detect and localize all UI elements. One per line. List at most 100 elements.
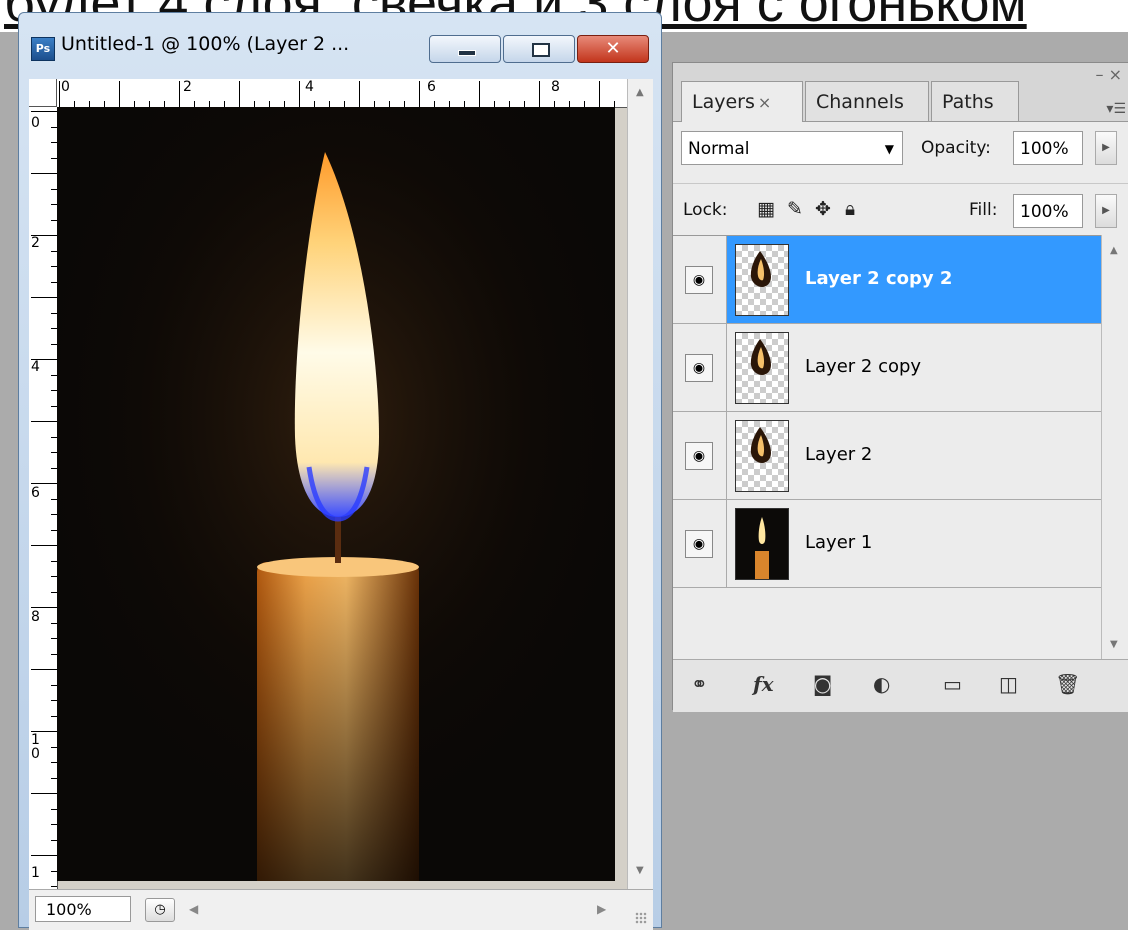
horizontal-ruler[interactable]: 0 2 4 6 8 bbox=[57, 79, 627, 108]
scroll-down-icon[interactable]: ▼ bbox=[636, 865, 644, 876]
visibility-cell[interactable]: ◉ bbox=[673, 324, 727, 411]
fill-label: Fill: bbox=[969, 200, 998, 220]
panel-tab-bar: Layers × Channels Paths – × ▾☰ bbox=[673, 63, 1128, 122]
layers-list: ◉ Layer 2 copy 2 ◉ Layer 2 copy ◉ Layer … bbox=[673, 235, 1101, 660]
ruler-tick bbox=[31, 421, 57, 422]
layer-thumbnail bbox=[735, 244, 789, 316]
layer-name-cell[interactable]: Layer 1 bbox=[727, 500, 1101, 587]
layer-name: Layer 1 bbox=[805, 532, 873, 553]
ruler-tick bbox=[31, 669, 57, 670]
ruler-label: 2 bbox=[183, 79, 192, 95]
ruler-label: 4 bbox=[305, 79, 314, 95]
ruler-tick bbox=[31, 297, 57, 298]
mask-icon[interactable]: ◙ bbox=[813, 672, 832, 696]
link-icon[interactable]: ⚭ bbox=[691, 672, 708, 696]
lock-all-icon[interactable]: 🔒︎ bbox=[845, 198, 855, 220]
ruler-tick bbox=[359, 81, 360, 107]
tab-label: Paths bbox=[942, 91, 994, 113]
minimize-icon bbox=[458, 50, 476, 56]
blend-mode-select[interactable]: Normal ▼ bbox=[681, 131, 903, 165]
ruler-label: 6 bbox=[427, 79, 436, 95]
layer-row[interactable]: ◉ Layer 2 copy bbox=[673, 324, 1101, 412]
ruler-label: 8 bbox=[551, 79, 560, 95]
layers-scrollbar[interactable]: ▲ ▼ bbox=[1101, 235, 1128, 659]
clock-icon: ◷ bbox=[154, 902, 166, 917]
panel-window-controls[interactable]: – × bbox=[1096, 65, 1123, 84]
ruler-tick bbox=[59, 81, 60, 107]
ruler-label: 1 0 bbox=[31, 732, 40, 762]
layer-thumbnail bbox=[735, 420, 789, 492]
tab-label: Channels bbox=[816, 91, 904, 113]
ruler-label: 1 bbox=[31, 865, 40, 881]
ruler-label: 4 bbox=[31, 359, 40, 375]
tab-layers[interactable]: Layers × bbox=[681, 81, 803, 122]
ruler-tick bbox=[479, 81, 480, 107]
status-bar: 100% ◷ ◀ ▶ bbox=[29, 889, 653, 930]
layer-name-cell[interactable]: Layer 2 copy bbox=[727, 324, 1101, 411]
scroll-up-icon[interactable]: ▲ bbox=[636, 87, 644, 98]
status-info-button[interactable]: ◷ bbox=[145, 898, 175, 922]
tab-paths[interactable]: Paths bbox=[931, 81, 1019, 121]
layer-name: Layer 2 copy 2 bbox=[805, 268, 953, 289]
ruler-tick bbox=[239, 81, 240, 107]
eye-icon[interactable]: ◉ bbox=[685, 442, 713, 470]
eye-icon[interactable]: ◉ bbox=[685, 354, 713, 382]
lock-position-icon[interactable]: ✥ bbox=[815, 198, 831, 220]
ruler-tick bbox=[119, 81, 120, 107]
layer-name: Layer 2 copy bbox=[805, 356, 922, 377]
close-button[interactable]: ✕ bbox=[577, 35, 649, 63]
ruler-tick bbox=[31, 173, 57, 174]
fill-field[interactable]: 100% bbox=[1013, 194, 1083, 228]
ruler-tick bbox=[31, 731, 57, 732]
layer-row[interactable]: ◉ Layer 2 bbox=[673, 412, 1101, 500]
ruler-tick bbox=[31, 855, 57, 856]
minimize-button[interactable] bbox=[429, 35, 501, 63]
adjustment-icon[interactable]: ◐ bbox=[873, 672, 890, 696]
lock-image-pixels-icon[interactable]: ✎ bbox=[787, 198, 803, 220]
layer-row[interactable]: ◉ Layer 2 copy 2 bbox=[673, 236, 1101, 324]
panel-menu-icon[interactable]: ▾☰ bbox=[1106, 101, 1126, 117]
document-titlebar[interactable]: Ps Untitled-1 @ 100% (Layer 2 ... ✕ bbox=[19, 13, 661, 63]
visibility-cell[interactable]: ◉ bbox=[673, 500, 727, 587]
opacity-field[interactable]: 100% bbox=[1013, 131, 1083, 165]
opacity-slider-button[interactable]: ▶ bbox=[1095, 131, 1117, 165]
ruler-label: 8 bbox=[31, 609, 40, 625]
scroll-left-icon[interactable]: ◀ bbox=[189, 902, 198, 916]
blend-mode-value: Normal bbox=[688, 139, 750, 159]
vertical-ruler[interactable]: 0 2 4 6 8 1 0 1 bbox=[29, 107, 58, 899]
visibility-cell[interactable]: ◉ bbox=[673, 236, 727, 323]
close-icon[interactable]: × bbox=[758, 93, 771, 112]
lock-transparency-icon[interactable]: ▦ bbox=[757, 198, 775, 220]
ruler-origin[interactable] bbox=[29, 79, 57, 107]
layer-name: Layer 2 bbox=[805, 444, 873, 465]
photoshop-app-icon: Ps bbox=[31, 37, 55, 61]
ruler-tick bbox=[31, 111, 57, 112]
ruler-tick bbox=[31, 607, 57, 608]
opacity-label: Opacity: bbox=[921, 138, 991, 158]
ruler-tick bbox=[31, 793, 57, 794]
maximize-button[interactable] bbox=[503, 35, 575, 63]
document-body: 0 2 4 6 8 0 2 4 6 8 1 0 1 ▲ ▼ 100% ◷ ◀ ▶ bbox=[29, 79, 653, 930]
scroll-right-icon[interactable]: ▶ bbox=[597, 902, 606, 916]
layer-row[interactable]: ◉ Layer 1 bbox=[673, 500, 1101, 588]
resize-grip[interactable] bbox=[635, 912, 647, 924]
folder-icon[interactable]: ▭ bbox=[943, 672, 962, 696]
zoom-level-field[interactable]: 100% bbox=[35, 896, 131, 922]
lock-row: Lock: ▦ ✎ ✥ 🔒︎ Fill: 100% ▶ bbox=[673, 183, 1128, 236]
visibility-cell[interactable]: ◉ bbox=[673, 412, 727, 499]
image-canvas[interactable] bbox=[57, 107, 615, 881]
fill-slider-button[interactable]: ▶ bbox=[1095, 194, 1117, 228]
tab-channels[interactable]: Channels bbox=[805, 81, 929, 121]
maximize-icon bbox=[532, 43, 550, 57]
layer-name-cell[interactable]: Layer 2 bbox=[727, 412, 1101, 499]
vertical-scrollbar[interactable]: ▲ ▼ bbox=[627, 79, 653, 899]
new-layer-icon[interactable]: ◫ bbox=[999, 672, 1018, 696]
eye-icon[interactable]: ◉ bbox=[685, 266, 713, 294]
fx-icon[interactable]: fx bbox=[753, 672, 774, 696]
eye-icon[interactable]: ◉ bbox=[685, 530, 713, 558]
ruler-label: 0 bbox=[31, 115, 40, 131]
scroll-down-icon[interactable]: ▼ bbox=[1110, 639, 1118, 650]
trash-icon[interactable]: 🗑︎ bbox=[1055, 672, 1080, 696]
layer-name-cell[interactable]: Layer 2 copy 2 bbox=[727, 236, 1101, 323]
scroll-up-icon[interactable]: ▲ bbox=[1110, 245, 1118, 256]
